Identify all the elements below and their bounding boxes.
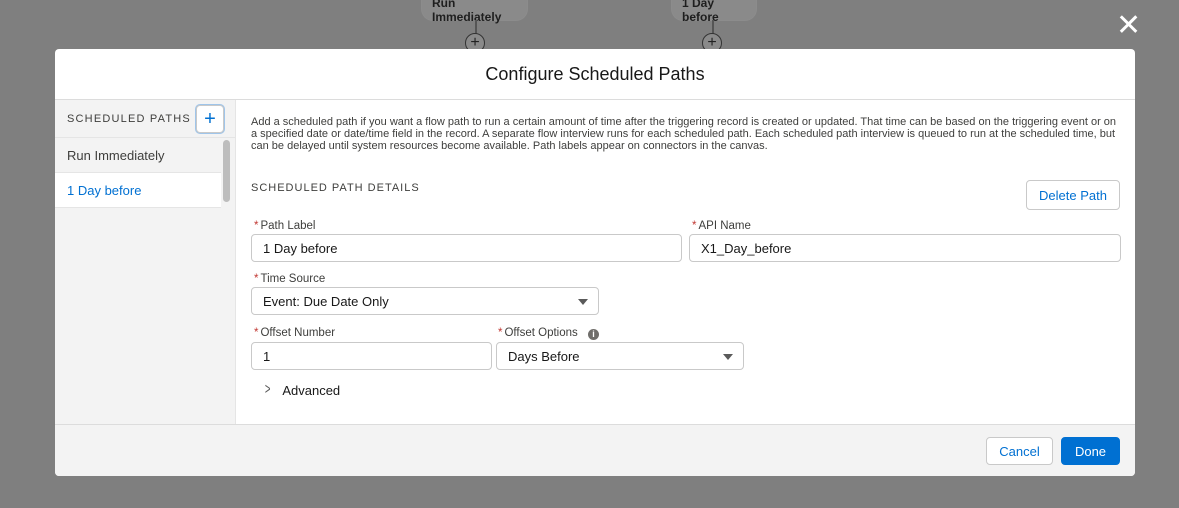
- offset-options-text: Offset Options: [504, 327, 578, 339]
- offset-number-value: 1: [263, 348, 271, 364]
- canvas-node-run-immediately: Run Immediately: [421, 0, 528, 24]
- section-title: SCHEDULED PATH DETAILS: [251, 182, 420, 194]
- info-icon[interactable]: i: [587, 329, 599, 340]
- required-mark: *: [254, 220, 259, 232]
- sidebar-scrollbar[interactable]: [223, 140, 231, 208]
- time-source-label: * Time Source: [254, 273, 325, 285]
- modal-body: SCHEDULED PATHS + Run Immediately 1 Day …: [55, 100, 1135, 424]
- dropdown-caret-icon: [578, 299, 588, 305]
- api-name-value: X1_Day_before: [701, 240, 792, 256]
- modal-header: Configure Scheduled Paths: [55, 49, 1135, 100]
- cancel-button[interactable]: Cancel: [986, 437, 1053, 465]
- offset-number-text: Offset Number: [260, 327, 336, 339]
- offset-options-value: Days Before: [508, 348, 580, 364]
- path-label-input[interactable]: 1 Day before: [251, 234, 682, 262]
- required-mark: *: [254, 273, 259, 285]
- canvas-connector: [475, 20, 477, 34]
- sidebar-item-1-day-before[interactable]: 1 Day before: [55, 173, 221, 208]
- api-name-label: * API Name: [692, 220, 751, 232]
- path-details-panel: Add a scheduled path if you want a flow …: [236, 100, 1135, 424]
- offset-options-select[interactable]: Days Before: [496, 342, 744, 370]
- advanced-toggle[interactable]: > Advanced: [263, 381, 340, 399]
- modal-footer: Cancel Done: [55, 424, 1135, 476]
- description-text: Add a scheduled path if you want a flow …: [251, 116, 1117, 152]
- dropdown-caret-icon: [723, 354, 733, 360]
- path-label-text: Path Label: [260, 220, 316, 232]
- api-name-input[interactable]: X1_Day_before: [689, 234, 1121, 262]
- required-mark: *: [498, 327, 503, 339]
- time-source-text: Time Source: [260, 273, 326, 285]
- close-icon[interactable]: ✕: [1116, 11, 1141, 41]
- sidebar-title: SCHEDULED PATHS: [67, 112, 191, 125]
- configure-scheduled-paths-modal: Configure Scheduled Paths SCHEDULED PATH…: [55, 49, 1135, 476]
- path-label-label: * Path Label: [254, 220, 315, 232]
- offset-options-label: * Offset Options i: [498, 327, 599, 340]
- advanced-label: Advanced: [282, 382, 341, 398]
- chevron-right-icon: >: [264, 381, 271, 398]
- time-source-select[interactable]: Event: Due Date Only: [251, 287, 599, 315]
- scrollbar-thumb[interactable]: [223, 140, 230, 202]
- offset-number-label: * Offset Number: [254, 327, 335, 339]
- canvas-connector: [712, 20, 714, 34]
- required-mark: *: [254, 327, 259, 339]
- path-label-value: 1 Day before: [263, 240, 338, 256]
- sidebar-item-run-immediately[interactable]: Run Immediately: [55, 138, 221, 173]
- canvas-node-1-day-before: 1 Day before: [671, 0, 757, 24]
- sidebar-header: SCHEDULED PATHS +: [55, 100, 235, 138]
- add-path-button[interactable]: +: [195, 104, 224, 133]
- modal-title: Configure Scheduled Paths: [485, 63, 705, 84]
- offset-number-input[interactable]: 1: [251, 342, 492, 370]
- time-source-value: Event: Due Date Only: [263, 293, 389, 309]
- api-name-text: API Name: [698, 220, 751, 232]
- required-mark: *: [692, 220, 697, 232]
- done-button[interactable]: Done: [1061, 437, 1120, 465]
- delete-path-button[interactable]: Delete Path: [1026, 180, 1120, 210]
- scheduled-paths-sidebar: SCHEDULED PATHS + Run Immediately 1 Day …: [55, 100, 236, 424]
